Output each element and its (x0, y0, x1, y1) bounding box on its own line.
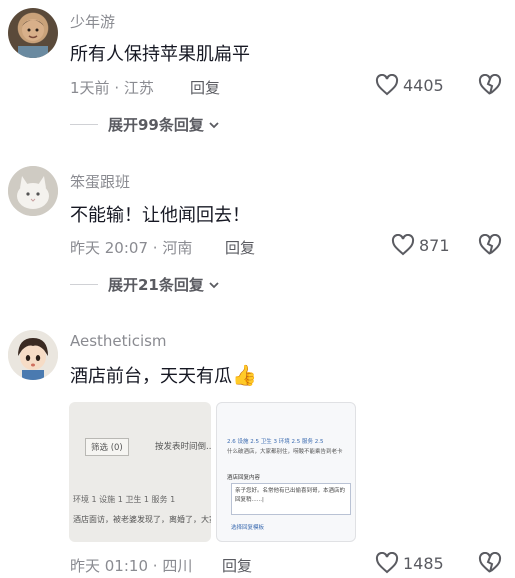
like-button[interactable]: 1485 (375, 552, 444, 574)
avatar[interactable] (8, 166, 58, 216)
comment-location: 四川 (162, 557, 193, 575)
divider-line (70, 124, 98, 125)
cat-avatar-icon (8, 166, 58, 216)
img1-row2: 酒店面访，被老婆发现了，离婚了，大家... (73, 515, 211, 524)
broken-heart-icon (478, 73, 502, 95)
img2-footer: 选择回复模板 (231, 525, 265, 531)
like-button[interactable]: 871 (391, 234, 450, 256)
avatar[interactable] (8, 8, 58, 58)
expand-replies-label: 展开21条回复 (108, 276, 204, 294)
meta-separator: · (109, 79, 124, 97)
broken-heart-icon (478, 551, 502, 573)
img2-rating-line: 2.6 设施 2.5 卫生 3 环境 2.5 服务 2.5 (227, 439, 324, 445)
anime-avatar-icon (8, 330, 58, 380)
thumbs-up-emoji: 👍 (232, 363, 257, 387)
heart-icon (375, 552, 399, 574)
expand-replies-button[interactable]: 展开99条回复 (70, 114, 220, 135)
dislike-button[interactable] (478, 551, 502, 578)
chevron-down-icon (209, 121, 219, 128)
expand-replies-button[interactable]: 展开21条回复 (70, 274, 220, 295)
comment-location: 河南 (162, 239, 193, 257)
like-button[interactable]: 4405 (375, 74, 444, 96)
like-count: 1485 (403, 553, 444, 573)
comment-image-2[interactable]: 2.6 设施 2.5 卫生 3 环境 2.5 服务 2.5 什么破酒店，大家都别… (216, 402, 356, 542)
avatar[interactable] (8, 330, 58, 380)
reply-button[interactable]: 回复 (190, 77, 220, 98)
comment-meta: 昨天 01:10 · 四川 (70, 555, 192, 576)
img1-filter-label: 筛选 (0) (85, 438, 129, 456)
username[interactable]: 笨蛋跟班 (70, 171, 130, 192)
comment-text: 所有人保持苹果肌扁平 (70, 44, 250, 65)
broken-heart-icon (478, 233, 502, 255)
meta-separator: · (148, 557, 163, 575)
comment-location: 江苏 (123, 79, 154, 97)
comment-meta: 1天前 · 江苏 (70, 77, 154, 98)
heart-icon (391, 234, 415, 256)
comment-text-body: 酒店前台，天天有瓜 (70, 366, 232, 387)
heart-icon (375, 74, 399, 96)
img2-reply-box: 亲子您好。名常他有已出偷喜到哥，本酒店的回复稍......| (231, 483, 351, 515)
img2-line2: 什么破酒店，大家都别住，唠酸不能乘告到老卡 (227, 449, 343, 455)
comment-text: 不能输！让他闻回去！ (70, 205, 250, 226)
dislike-button[interactable] (478, 73, 502, 100)
comment-time: 1天前 (70, 79, 110, 97)
img1-sort-label: 按发表时间倒... (155, 442, 211, 452)
comment-image-1[interactable]: 筛选 (0) 按发表时间倒... 环境 1 设施 1 卫生 1 服务 1 酒店面… (69, 402, 211, 542)
comment-text: 酒店前台，天天有瓜👍 (70, 362, 257, 388)
chevron-down-icon (209, 281, 219, 288)
meta-separator: · (148, 239, 163, 257)
reply-button[interactable]: 回复 (222, 555, 252, 576)
divider-line (70, 284, 98, 285)
like-count: 871 (419, 235, 450, 255)
dislike-button[interactable] (478, 233, 502, 260)
username[interactable]: Aestheticism (70, 332, 167, 350)
reply-button[interactable]: 回复 (225, 237, 255, 258)
img1-toolbar: 筛选 (0) 按发表时间倒... (79, 438, 211, 460)
comment-time: 昨天 20:07 (70, 239, 148, 257)
like-count: 4405 (403, 75, 444, 95)
expand-replies-label: 展开99条回复 (108, 116, 204, 134)
img1-row1: 环境 1 设施 1 卫生 1 服务 1 (73, 495, 176, 504)
username[interactable]: 少年游 (70, 11, 115, 32)
comment-meta: 昨天 20:07 · 河南 (70, 237, 192, 258)
img2-box-text: 亲子您好。名常他有已出偷喜到哥，本酒店的回复稍......| (235, 488, 346, 503)
img2-box-title: 酒店回复内容 (227, 475, 261, 481)
comment-time: 昨天 01:10 (70, 557, 148, 575)
avatar-portrait-icon (18, 19, 48, 58)
